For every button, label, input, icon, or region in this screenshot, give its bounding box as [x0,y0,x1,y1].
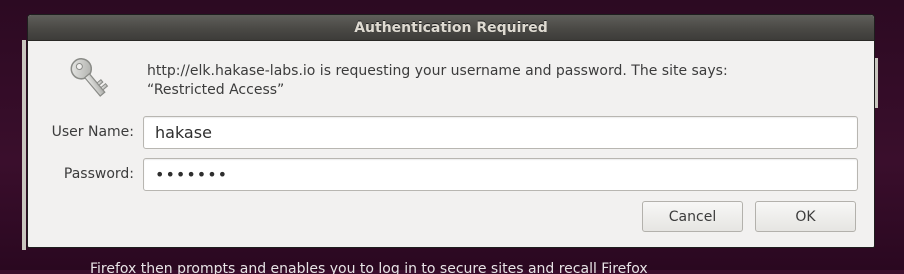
key-icon [64,53,114,103]
authentication-dialog: Authentication Required http://elk.hakas… [27,14,875,248]
password-field[interactable]: ••••••• [143,158,858,191]
username-label: User Name: [51,124,134,140]
auth-message-line1: http://elk.hakase-labs.io is requesting … [147,63,728,79]
dialog-titlebar[interactable]: Authentication Required [28,15,874,41]
username-row: User Name: hakase [28,116,874,150]
background-window-edge [22,40,26,250]
password-label: Password: [63,166,134,182]
password-row: Password: ••••••• [28,158,874,192]
cancel-button[interactable]: Cancel [642,201,743,232]
auth-message: http://elk.hakase-labs.io is requesting … [147,62,847,100]
auth-message-line2: “Restricted Access” [147,82,285,98]
dialog-title: Authentication Required [354,19,548,36]
ok-button[interactable]: OK [755,201,856,232]
username-field[interactable]: hakase [143,116,858,149]
background-text: Firefox then prompts and enables you to … [90,262,648,274]
